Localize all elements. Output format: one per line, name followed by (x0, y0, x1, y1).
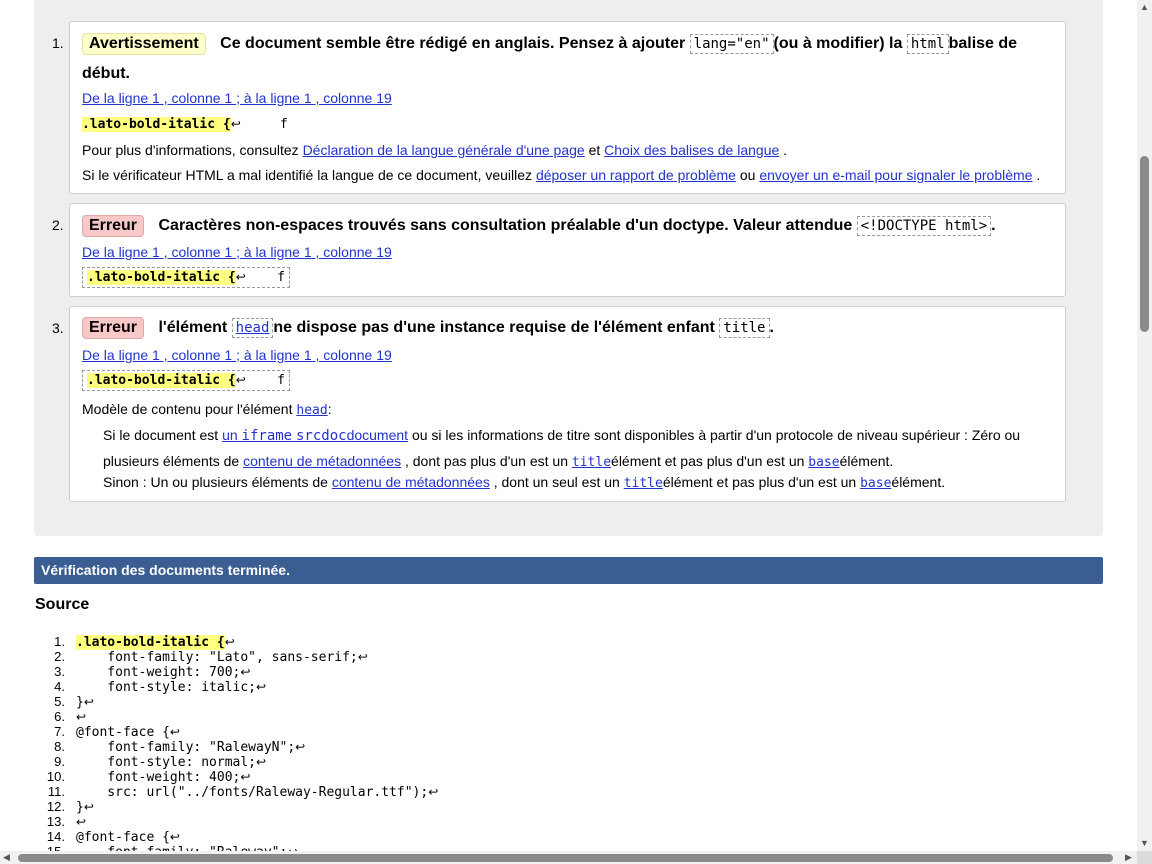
file-report-link[interactable]: déposer un rapport de problème (536, 167, 736, 183)
source-line: 3. font-weight: 700;↩ (54, 664, 251, 680)
code-doctype: <!DOCTYPE html> (856, 216, 992, 236)
metadata-content-link[interactable]: contenu de métadonnées (332, 474, 490, 490)
horizontal-scrollbar[interactable]: ◀ ▶ (0, 851, 1137, 864)
location-link[interactable]: De la ligne 1 , colonne 1 ; à la ligne 1… (82, 347, 392, 363)
source-line: 15. font-family: "Raleway";↩ (40, 844, 438, 851)
vertical-scroll-thumb[interactable] (1140, 156, 1149, 332)
source-line: 8. font-family: "RalewayN";↩ (54, 739, 306, 755)
language-declaration-link[interactable]: Déclaration de la langue générale d'une … (303, 142, 585, 158)
code-title: title (719, 318, 770, 338)
source-line: 5.}↩ (54, 694, 94, 710)
source-line: 6. ↩ (54, 709, 87, 724)
source-line: 9. font-style: normal;↩ (54, 754, 267, 770)
head-element-link[interactable]: head (296, 403, 327, 418)
code-head-link[interactable]: head (231, 318, 274, 338)
location-link[interactable]: De la ligne 1 , colonne 1 ; à la ligne 1… (82, 90, 392, 106)
source-line: 11. src: url("../fonts/Raleway-Regular.t… (47, 784, 439, 800)
source-line: 7. @font-face {↩ (54, 724, 180, 740)
source-listing: 1. .lato-bold-italic {↩ 2. font-family: "L… (40, 634, 438, 851)
source-heading: Source (35, 596, 90, 613)
status-bar: Vérification des documents terminée. (34, 557, 1103, 584)
source-line: 4. font-style: italic;↩ (54, 679, 267, 695)
content-model-text: Modèle de contenu pour l'élément head: (82, 401, 332, 418)
metadata-content-link[interactable]: contenu de métadonnées (243, 453, 401, 469)
location-link[interactable]: De la ligne 1 , colonne 1 ; à la ligne 1… (82, 244, 392, 260)
code-extract: .lato-bold-italic {↩ f (82, 370, 290, 391)
base-element-link[interactable]: base (808, 455, 839, 470)
base-element-link[interactable]: base (860, 476, 891, 491)
title-element-link[interactable]: title (624, 476, 663, 491)
scroll-up-arrow-icon[interactable]: ▲ (1140, 2, 1149, 12)
code-html: html (906, 34, 949, 54)
scroll-right-arrow-icon[interactable]: ▶ (1125, 852, 1132, 863)
message-headline: Avertissement Ce document semble être ré… (82, 33, 1018, 82)
source-line: 10. font-weight: 400;↩ (46, 769, 251, 785)
message-number: 2. (52, 217, 64, 233)
code-extract: .lato-bold-italic {↩ f (82, 267, 290, 288)
vertical-scrollbar[interactable]: ▲ ▼ (1137, 0, 1152, 851)
error-badge: Erreur (82, 215, 145, 237)
message-headline: Erreur Caractères non-espaces trouvés sa… (82, 211, 996, 241)
validator-page: 1. Avertissement Ce document semble être… (0, 0, 1137, 851)
message-error: Erreur Caractères non-espaces trouvés sa… (69, 203, 1066, 297)
scroll-left-arrow-icon[interactable]: ◀ (3, 852, 10, 863)
warning-badge: Avertissement (82, 33, 206, 55)
info-text: Pour plus d'informations, consultez Décl… (82, 142, 788, 158)
error-badge: Erreur (82, 317, 145, 339)
title-element-link[interactable]: title (572, 455, 611, 470)
code-lang: lang="en" (689, 34, 774, 54)
message-error: Erreur l'élément head ne dispose pas d'un… (69, 306, 1066, 502)
code-extract: .lato-bold-italic {↩ f (82, 117, 288, 132)
source-line: 2. font-family: "Lato", sans-serif;↩ (54, 649, 368, 665)
email-report-link[interactable]: envoyer un e-mail pour signaler le probl… (759, 167, 1032, 183)
scroll-down-arrow-icon[interactable]: ▼ (1140, 838, 1149, 848)
message-number: 3. (52, 320, 64, 336)
content-model-condition-2: Sinon : Un ou plusieurs éléments de cont… (103, 474, 946, 491)
language-tags-link[interactable]: Choix des balises de langue (604, 142, 779, 158)
message-headline: Erreur l'élément head ne dispose pas d'un… (82, 313, 774, 343)
scrollbar-corner (1137, 851, 1152, 864)
content-model-condition-1: Si le document est un iframe srcdocdocum… (103, 427, 1021, 470)
source-line: 14. @font-face {↩ (46, 829, 180, 845)
message-number: 1. (52, 35, 64, 51)
horizontal-scroll-thumb[interactable] (18, 854, 1113, 862)
message-warning: Avertissement Ce document semble être ré… (69, 21, 1066, 194)
report-text: Si le vérificateur HTML a mal identifié … (82, 167, 1041, 183)
source-line: 13. ↩ (46, 814, 87, 829)
source-line: 12.}↩ (46, 799, 94, 815)
iframe-srcdoc-link[interactable]: un iframe srcdocdocument (222, 427, 408, 444)
source-line: 1. .lato-bold-italic {↩ (54, 634, 235, 650)
